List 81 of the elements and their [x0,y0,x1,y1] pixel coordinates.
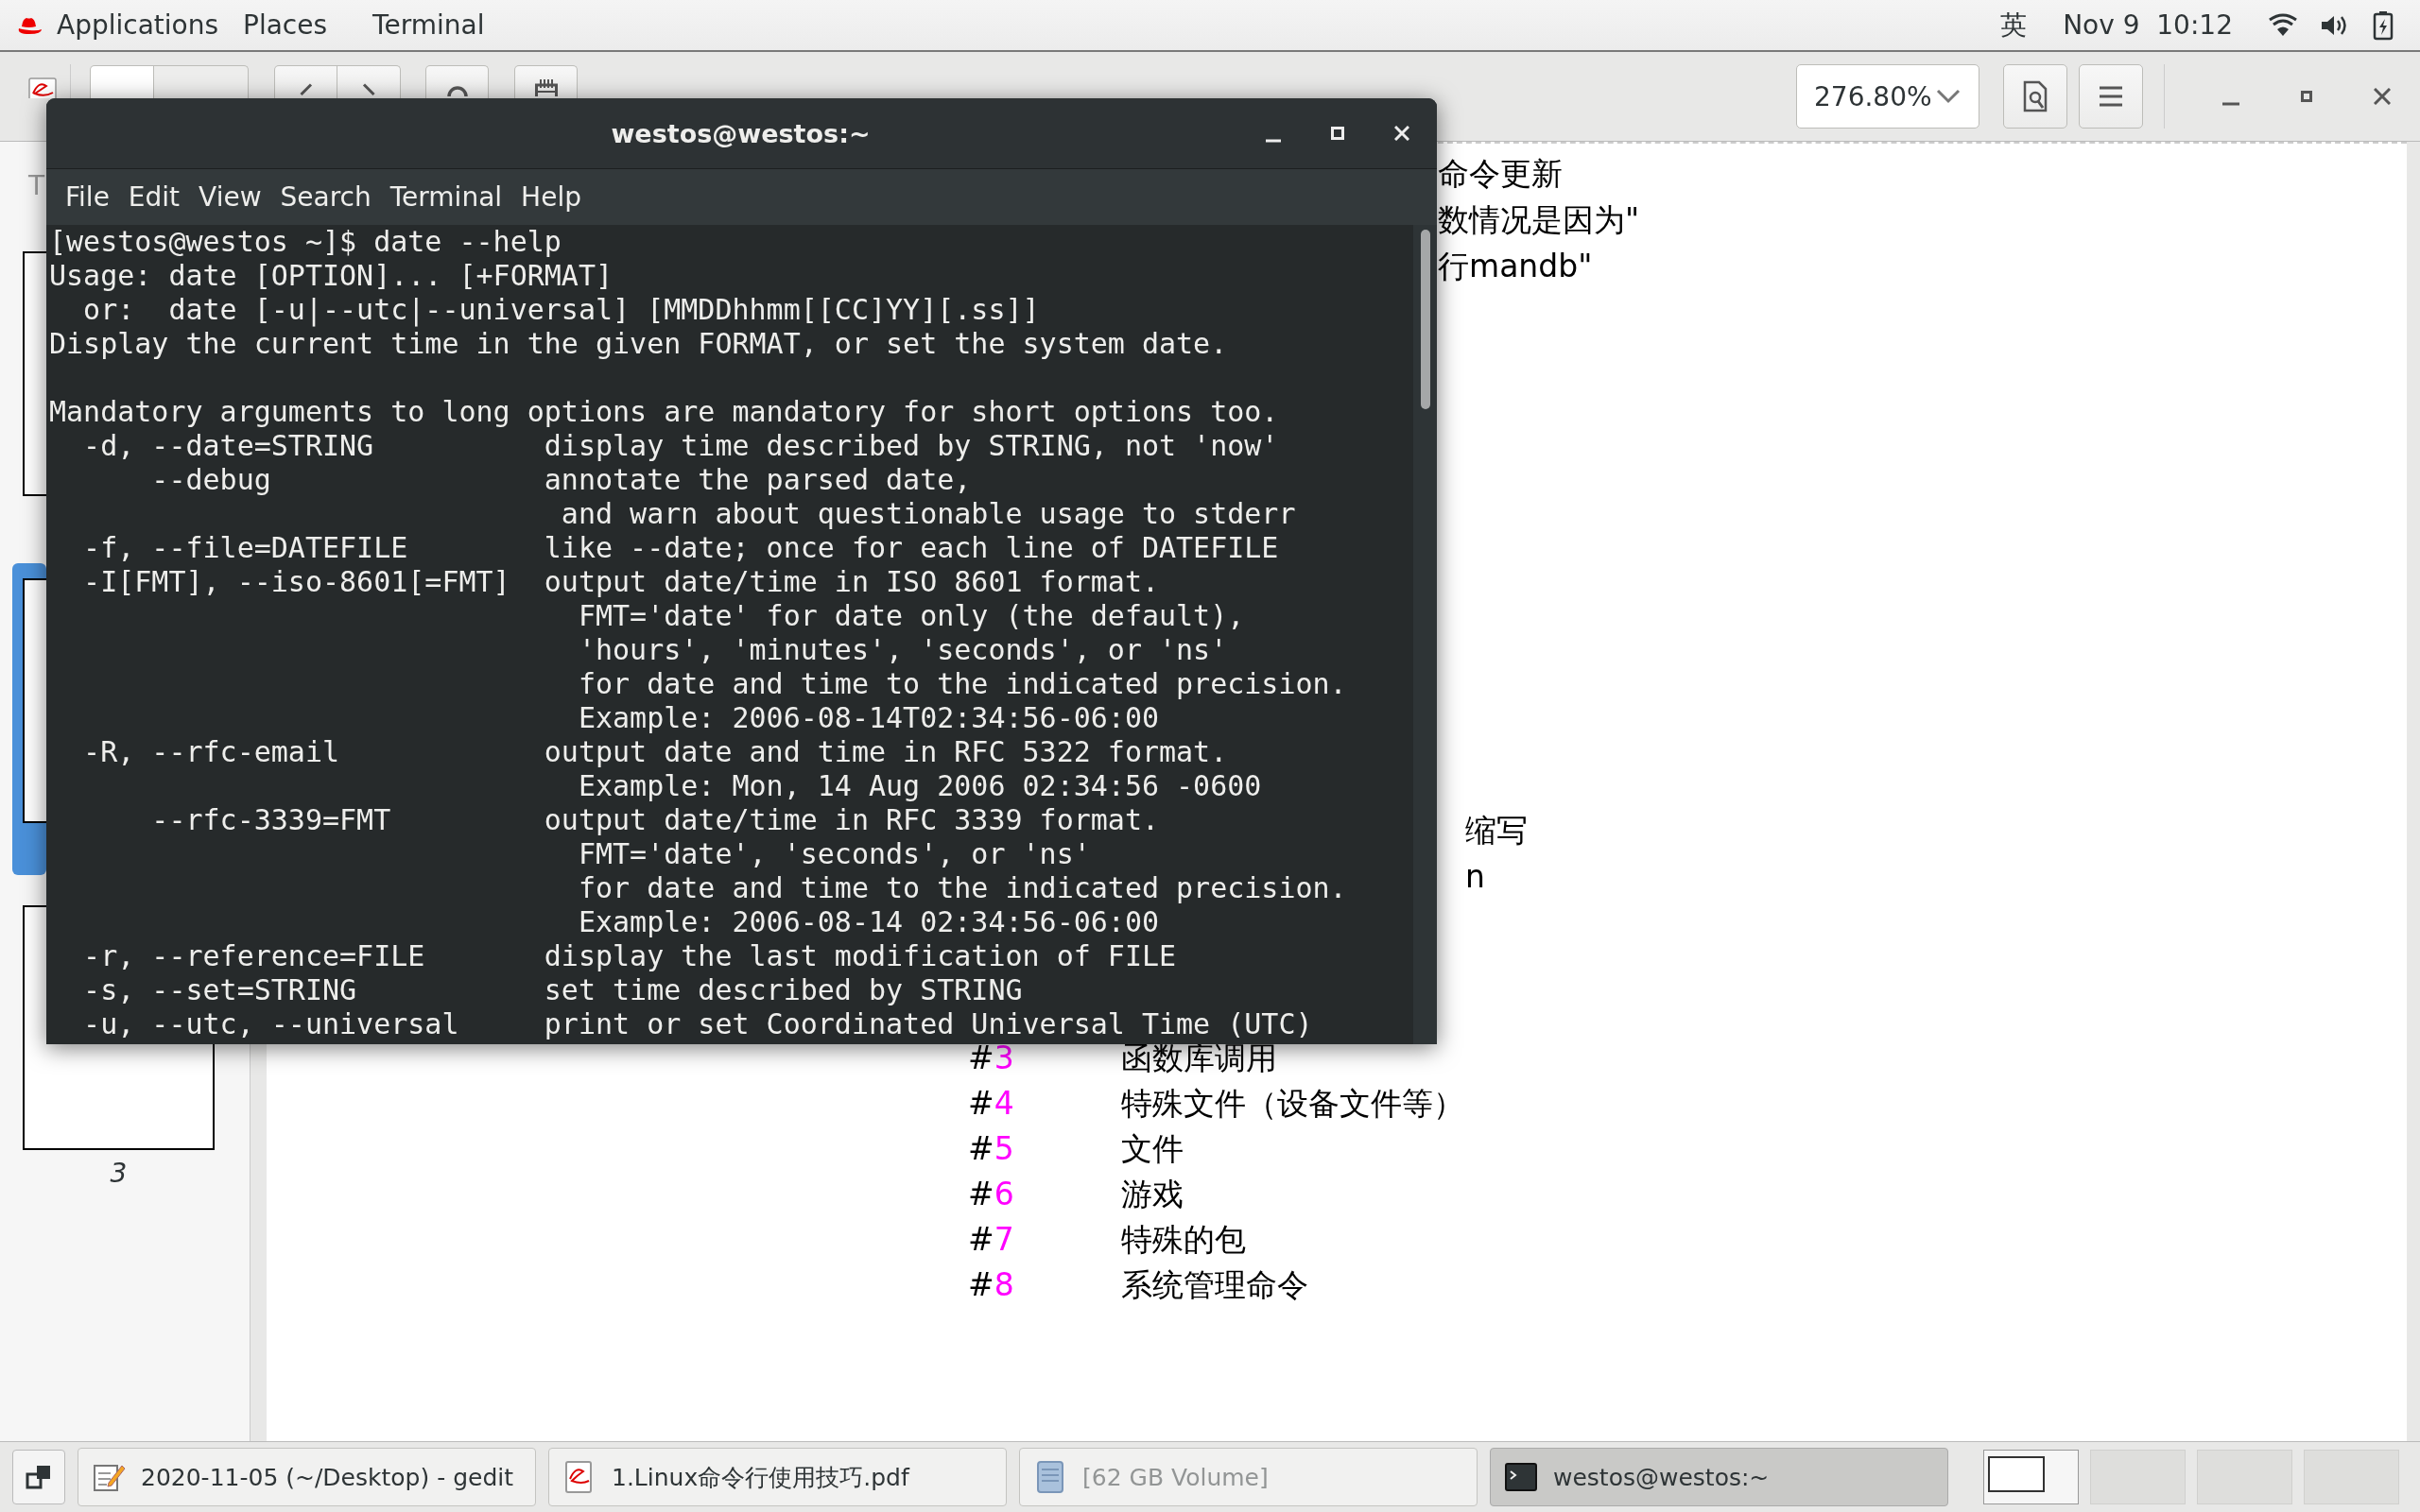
section-description: 游戏 [1121,1175,1184,1214]
close-icon [2374,88,2391,105]
document-search-icon [2021,80,2049,112]
terminal-line: or: date [-u|--utc|--universal] [MMDDhhmm[[CC]YY][.ss]] [82,293,1041,327]
terminal-line: FMT='date' for date only (the default), [577,599,1246,633]
document-text: 命令更新 [1438,154,1564,194]
top-menu[interactable]: Places [243,9,328,41]
terminal-line: and warn about questionable usage to stderr [560,497,1297,531]
workspace-button[interactable] [1983,1450,2079,1504]
terminal-line: -I[FMT], --iso-8601[=FMT] output date/time in ISO 8601 format. [82,565,1160,599]
section-description: 特殊的包 [1121,1220,1246,1260]
windows-icon [25,1463,53,1491]
taskbar-window-button[interactable]: westos@westos:~ [1490,1448,1948,1506]
section-number: #3 [968,1039,1015,1078]
terminal-line: for date and time to the indicated precision. [577,667,1348,701]
section-description: 函数库调用 [1121,1039,1277,1078]
menu-item[interactable]: Terminal [380,181,512,213]
terminal-line: Mandatory arguments to long options are mandatory for short options too. [49,395,1280,429]
taskbar-window-button[interactable]: 1.Linux命令行使用技巧.pdf [548,1448,1007,1506]
terminal-line: -u, --utc, --universal print or set Coordinated Universal Time (UTC) [82,1007,1314,1041]
page-number-field[interactable] [90,65,154,98]
document-text: 行mandb" [1438,247,1594,286]
document-text: n [1465,857,1486,897]
chevron-down-icon [1935,87,1962,106]
minimize-icon [1266,139,1281,143]
wifi-icon[interactable] [2269,12,2297,38]
maximize-icon [1331,127,1344,140]
top-menu[interactable]: Applications [57,9,219,41]
input-method-indicator[interactable]: 英 [2000,7,2028,43]
menu-item[interactable]: Edit [118,181,190,213]
document-viewer-icon[interactable] [28,77,57,98]
section-number: #5 [968,1129,1015,1169]
menu-item[interactable]: View [189,181,271,213]
minimize-icon [2222,102,2239,106]
window-title: westos@westos:~ [610,118,872,148]
page-label: 3 [110,1158,128,1189]
section-number: #4 [968,1084,1015,1124]
terminal-line: -s, --set=STRING set time described by STRING [82,973,1024,1007]
terminal-line: 'hours', 'minutes', 'seconds', or 'ns' [577,633,1229,667]
show-desktop-button[interactable] [12,1450,65,1504]
maximize-icon [2301,91,2312,102]
taskbar-window-button[interactable]: 2020-11-05 (~/Desktop) - gedit [78,1448,536,1506]
terminal-line: --rfc-3339=FMT output date/time in RFC 3339 format. [150,803,1160,837]
window-thumbnail [1988,1456,2045,1492]
terminal-line: Example: 2006-08-14T02:34:56-06:00 [577,701,1160,735]
clock[interactable]: Nov 9 10:12 [2063,9,2233,41]
terminal-line: -r, --reference=FILE display the last modification of FILE [82,939,1178,973]
top-menu[interactable]: Terminal [372,9,485,41]
menu-item[interactable]: Help [511,181,591,213]
document-text: 缩写 [1465,811,1529,850]
terminal-icon [1504,1460,1538,1494]
menu-item[interactable]: File [56,181,119,213]
terminal-line: -d, --date=STRING display time described by STRING, not 'now' [82,429,1280,463]
terminal-line: Example: Mon, 14 Aug 2006 02:34:56 -0600 [577,769,1263,803]
scrollbar-thumb[interactable] [1420,230,1430,409]
battery-icon[interactable] [2373,9,2394,41]
page-search-button[interactable] [2003,64,2067,129]
zoom-dropdown[interactable]: 276.80% [1796,64,1979,129]
terminal-line: [westos@westos ~]$ date --help [49,225,562,259]
document-text: 数情况是因为" [1438,200,1641,240]
terminal-line: Example: 2006-08-14 02:34:56-06:00 [577,905,1160,939]
section-description: 文件 [1121,1129,1184,1169]
annotations-button[interactable] [514,65,578,98]
terminal-line: --debug annotate the parsed date, [150,463,973,497]
terminal-line: -f, --file=DATEFILE like --date; once for each line of DATEFILE [82,531,1280,565]
close-icon [1394,126,1409,141]
section-number: #8 [968,1265,1015,1305]
search-button[interactable] [425,65,489,98]
section-description: 特殊文件（设备文件等） [1121,1084,1464,1124]
menu-item[interactable]: Search [270,181,381,213]
terminal-line: FMT='date', 'seconds', or 'ns' [577,837,1092,871]
terminal-line: for date and time to the indicated precision. [577,871,1348,905]
section-number: #6 [968,1175,1015,1214]
terminal-line: Usage: date [OPTION]... [+FORMAT] [49,259,614,293]
menu-button[interactable] [2079,64,2143,129]
menu-icon [2097,84,2125,109]
section-description: 系统管理命令 [1121,1265,1308,1305]
terminal-line: Display the current time in the given FORMAT, or set the system date. [49,327,1229,361]
section-number: #7 [968,1220,1015,1260]
selected-thumbnail[interactable] [12,563,46,875]
terminal-line: -R, --rfc-email output date and time in RFC 5322 format. [82,735,1229,769]
